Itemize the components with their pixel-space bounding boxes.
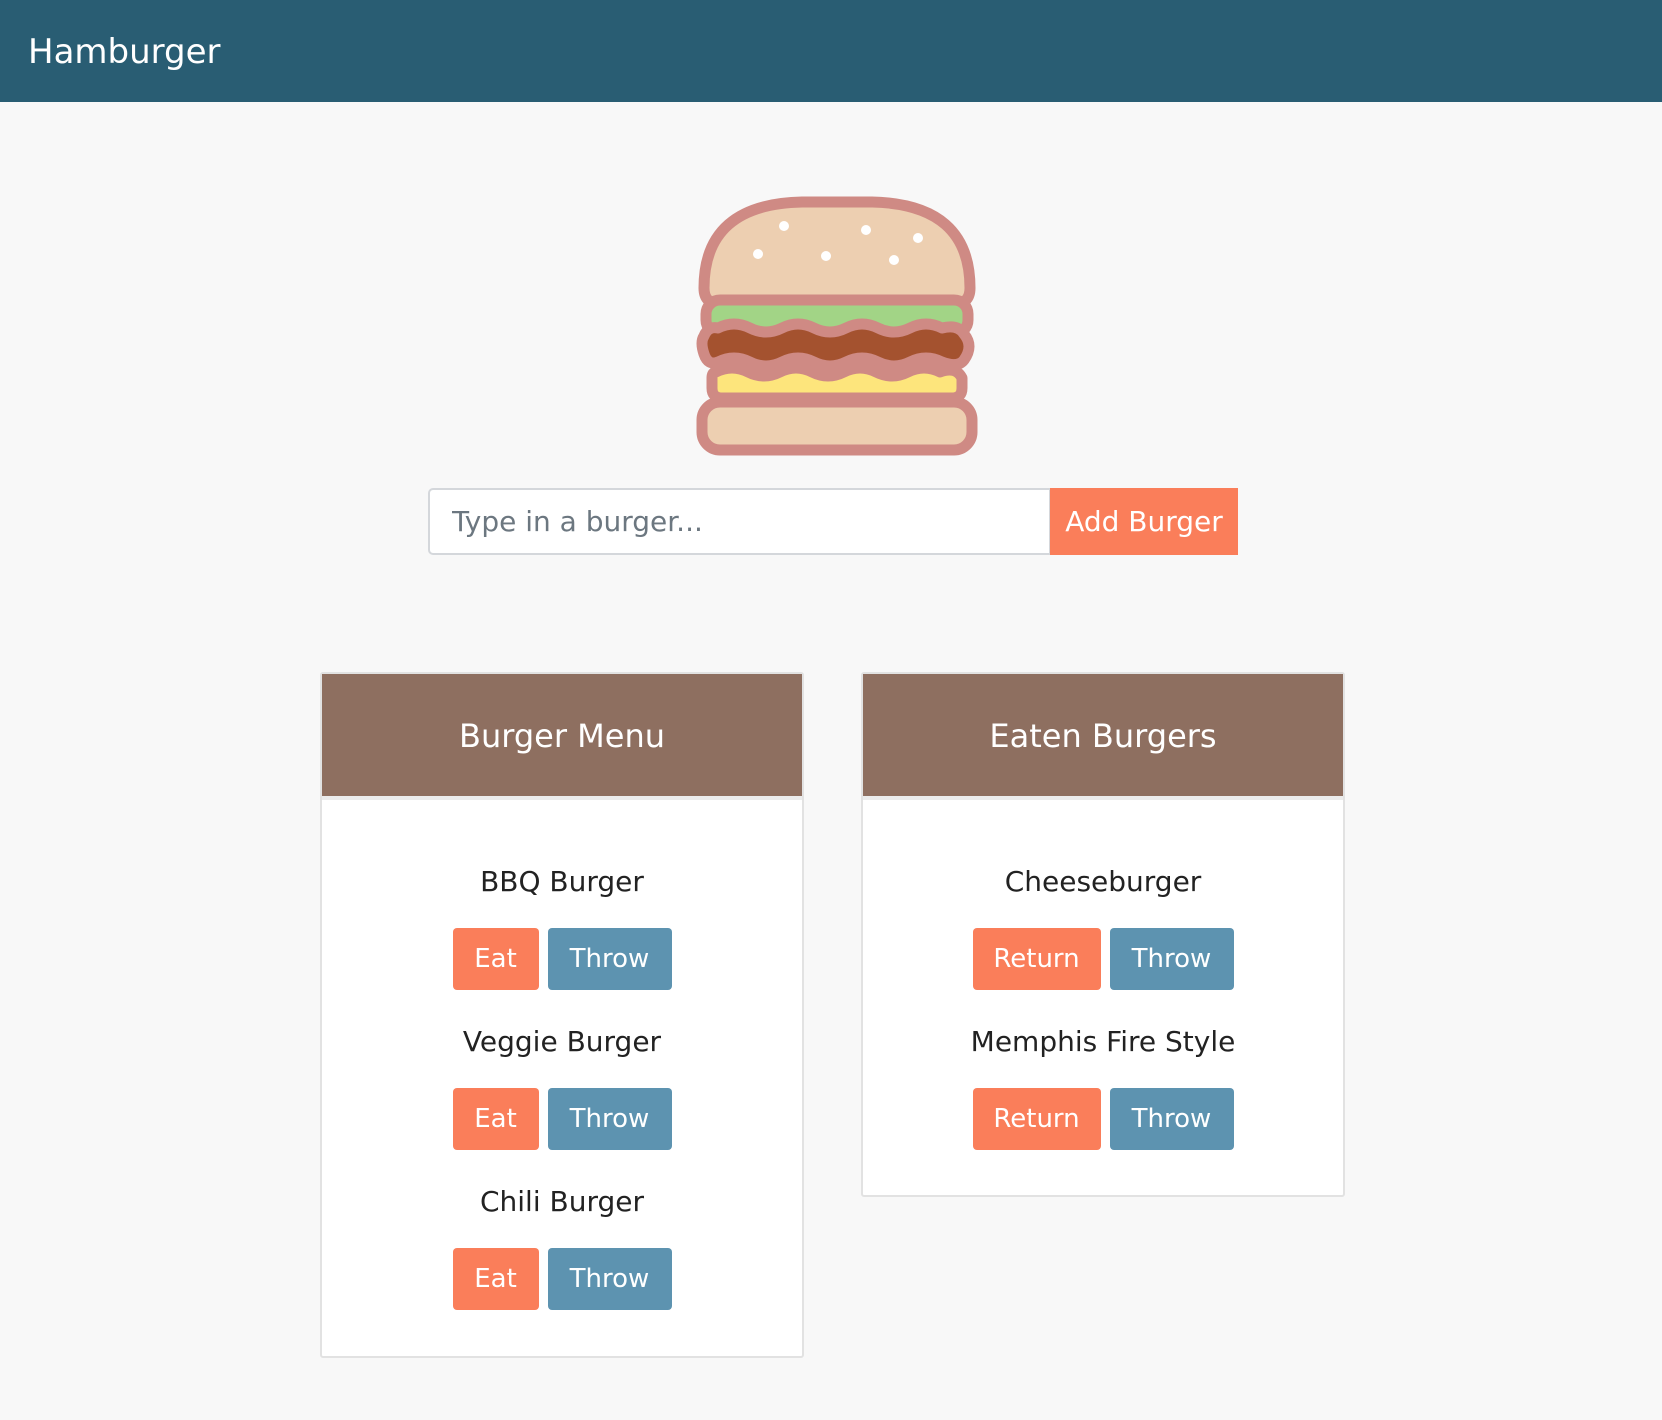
list-item: Cheeseburger Return Throw (863, 864, 1343, 1024)
burger-input[interactable] (428, 488, 1051, 555)
eaten-burgers-panel: Eaten Burgers Cheeseburger Return Throw … (861, 672, 1345, 1197)
eaten-burgers-title: Eaten Burgers (863, 674, 1343, 800)
burger-name: Cheeseburger (1004, 865, 1202, 898)
eat-button[interactable]: Eat (452, 1248, 539, 1310)
list-item: BBQ Burger Eat Throw (322, 864, 802, 1024)
eat-button[interactable]: Eat (452, 928, 539, 990)
brand-link[interactable]: Hamburger (28, 30, 221, 74)
throw-button[interactable]: Throw (1109, 1088, 1234, 1150)
list-item: Veggie Burger Eat Throw (322, 1024, 802, 1184)
throw-button[interactable]: Throw (547, 928, 672, 990)
navbar: Hamburger (0, 0, 1662, 102)
burger-name: BBQ Burger (480, 865, 644, 898)
list-item: Chili Burger Eat Throw (322, 1184, 802, 1344)
throw-button[interactable]: Throw (547, 1088, 672, 1150)
add-burger-form: Add Burger (428, 488, 1238, 555)
burger-name: Chili Burger (479, 1185, 645, 1218)
burger-name: Veggie Burger (462, 1025, 662, 1058)
return-button[interactable]: Return (972, 1088, 1101, 1150)
eaten-burgers-list: Cheeseburger Return Throw Memphis Fire S… (863, 800, 1343, 1184)
hamburger-icon (696, 196, 978, 456)
throw-button[interactable]: Throw (547, 1248, 672, 1310)
burger-menu-list: BBQ Burger Eat Throw Veggie Burger Eat T… (322, 800, 802, 1344)
throw-button[interactable]: Throw (1109, 928, 1234, 990)
burger-menu-panel: Burger Menu BBQ Burger Eat Throw Veggie … (320, 672, 804, 1358)
return-button[interactable]: Return (972, 928, 1101, 990)
eat-button[interactable]: Eat (452, 1088, 539, 1150)
add-burger-button[interactable]: Add Burger (1050, 488, 1238, 555)
burger-name: Memphis Fire Style (970, 1025, 1236, 1058)
list-item: Memphis Fire Style Return Throw (863, 1024, 1343, 1184)
burger-menu-title: Burger Menu (322, 674, 802, 800)
